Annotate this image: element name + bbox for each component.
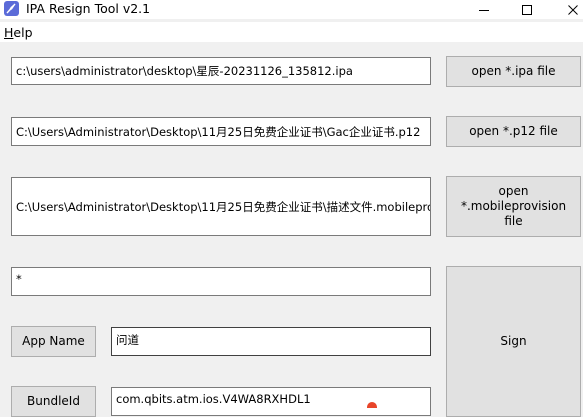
maximize-icon xyxy=(522,4,532,15)
p12-path-field[interactable]: C:\Users\Administrator\Desktop\11月25日免费企… xyxy=(11,117,431,146)
title-bar[interactable]: IPA Resign Tool v2.1 xyxy=(0,0,583,19)
floating-indicator-icon xyxy=(367,402,377,408)
open-p12-button[interactable]: open *.p12 file xyxy=(446,116,581,147)
bundle-id-field[interactable]: com.qbits.atm.ios.V4WA8RXHDL1 xyxy=(111,387,431,416)
open-mobileprovision-button[interactable]: open *.mobileprovision file xyxy=(446,176,581,237)
open-ipa-button[interactable]: open *.ipa file xyxy=(446,56,581,87)
ipa-path-field[interactable]: c:\users\administrator\desktop\星辰-202311… xyxy=(11,57,431,85)
minimize-button[interactable] xyxy=(461,0,507,19)
menu-help-label: elp xyxy=(13,25,33,40)
close-icon xyxy=(568,4,578,15)
app-feather-icon xyxy=(4,1,19,16)
app-name-label: App Name xyxy=(11,326,96,357)
menu-bar: Help xyxy=(0,22,583,42)
password-field[interactable]: * xyxy=(11,267,431,296)
close-button[interactable] xyxy=(550,0,583,19)
menu-help[interactable]: Help xyxy=(3,25,34,40)
bundle-id-label: BundleId xyxy=(11,386,96,417)
menu-help-mnemonic: H xyxy=(4,25,14,40)
window-title: IPA Resign Tool v2.1 xyxy=(26,1,151,16)
sign-button[interactable]: Sign xyxy=(446,266,581,417)
mobileprovision-path-field[interactable]: C:\Users\Administrator\Desktop\11月25日免费企… xyxy=(11,177,431,236)
app-name-field[interactable]: 问道 xyxy=(111,327,431,356)
minimize-icon xyxy=(479,9,489,11)
maximize-button[interactable] xyxy=(504,0,550,19)
